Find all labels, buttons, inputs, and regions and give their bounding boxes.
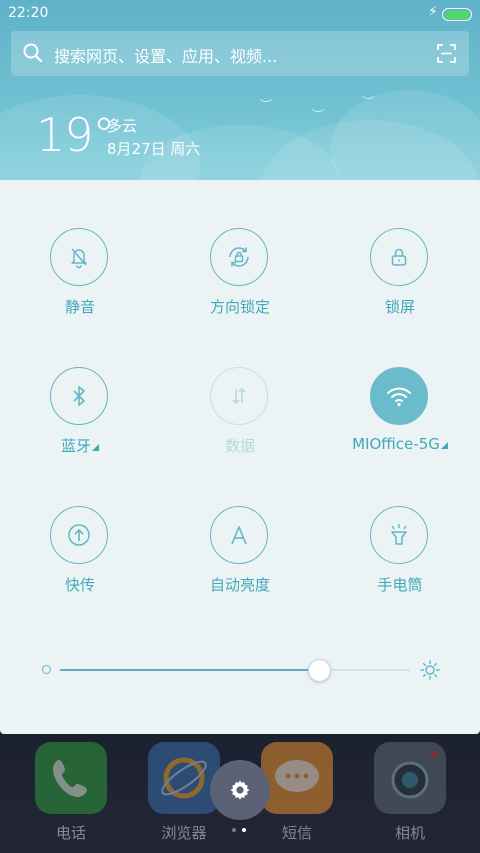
search-icon [23,43,43,63]
wifi-icon [387,387,411,407]
date-label: 8月27日 周六 [107,140,201,158]
cloud-decoration [330,90,480,180]
tile-auto-brightness[interactable]: 自动亮度 [160,458,320,594]
tile-wifi[interactable]: MIOffice-5G [320,319,480,453]
tile-rotation-lock-label: 方向锁定 [209,298,270,316]
camera-icon [374,742,446,814]
tile-mute-button[interactable] [50,228,108,286]
brightness-slider[interactable] [40,650,440,690]
gear-icon [230,780,250,800]
expand-triangle-icon [92,444,99,451]
bluetooth-icon [73,386,85,406]
status-time: 22:20 [8,5,49,21]
lock-icon [391,248,407,266]
tile-rotation-lock[interactable]: 方向锁定 [160,180,320,316]
search-bar[interactable]: 搜索网页、设置、应用、视频... [11,31,469,76]
tile-mobile-data-label: 数据 [224,437,255,455]
tile-quick-share[interactable]: 快传 [0,458,160,594]
page-indicator [232,828,252,834]
tile-quick-share-button[interactable] [50,506,108,564]
brightness-high-icon [420,660,440,680]
tile-bluetooth[interactable]: 蓝牙 [0,319,160,455]
tile-quick-share-label: 快传 [64,576,95,594]
status-bar: 22:20 ⚡ [0,0,480,28]
tile-rotation-lock-button[interactable] [210,228,268,286]
tile-auto-brightness-label: 自动亮度 [209,576,270,594]
bird-icon: ︶ [312,108,325,122]
data-arrows-icon [232,387,246,405]
dock-app-label: 相机 [394,824,425,842]
bell-off-icon [71,248,87,269]
tile-mute[interactable]: 静音 [0,180,160,316]
tile-flashlight[interactable]: 手电筒 [320,458,480,594]
letter-a-icon [231,526,247,545]
tile-flashlight-button[interactable] [370,506,428,564]
expand-triangle-icon [440,442,448,449]
weather-condition: 多云 [107,117,138,135]
tile-wifi-button[interactable] [370,367,428,425]
dock-app-label: 短信 [281,824,312,842]
tile-mute-label: 静音 [64,298,95,316]
tile-lock-screen-button[interactable] [370,228,428,286]
dock-app-label: 浏览器 [161,824,207,842]
tile-flashlight-label: 手电筒 [377,576,423,594]
scan-icon[interactable] [437,44,456,63]
tile-lock-screen[interactable]: 锁屏 [320,180,480,316]
bird-icon: ︶ [260,98,273,112]
temperature[interactable]: 19° [36,108,116,162]
tile-mobile-data-button[interactable] [210,367,268,425]
tile-lock-screen-label: 锁屏 [384,298,415,316]
brightness-fill [60,669,319,671]
phone-icon [35,742,107,814]
flashlight-icon [391,524,407,545]
tile-wifi-label: MIOffice-5G [320,435,480,453]
search-placeholder: 搜索网页、设置、应用、视频... [54,47,278,66]
rotation-lock-icon [229,247,249,267]
settings-button[interactable] [210,760,270,820]
tile-bluetooth-label: 蓝牙 [0,435,160,456]
dock-app-label: 电话 [55,824,86,842]
charging-icon: ⚡ [428,4,438,20]
brightness-low-icon [42,665,51,674]
bird-icon: ︶ [362,95,375,109]
quick-settings-panel: 静音 方向锁定 锁屏 蓝牙 数据 MIOffice-5G 快传 自动亮度 手电筒 [0,180,480,734]
tile-bluetooth-button[interactable] [50,367,108,425]
message-icon [261,742,333,814]
brightness-track[interactable] [60,669,410,671]
battery-icon [442,8,472,21]
brightness-thumb[interactable] [308,659,331,682]
tile-mobile-data[interactable]: 数据 [160,319,320,455]
browser-icon [148,742,220,814]
page-dot [232,828,236,832]
notification-header: ︶ ︶ ︶ 22:20 ⚡ 搜索网页、设置、应用、视频... 19° 多云 8月… [0,0,480,180]
upload-circle-icon [68,524,90,546]
tile-auto-brightness-button[interactable] [210,506,268,564]
page-dot-active [242,828,246,832]
